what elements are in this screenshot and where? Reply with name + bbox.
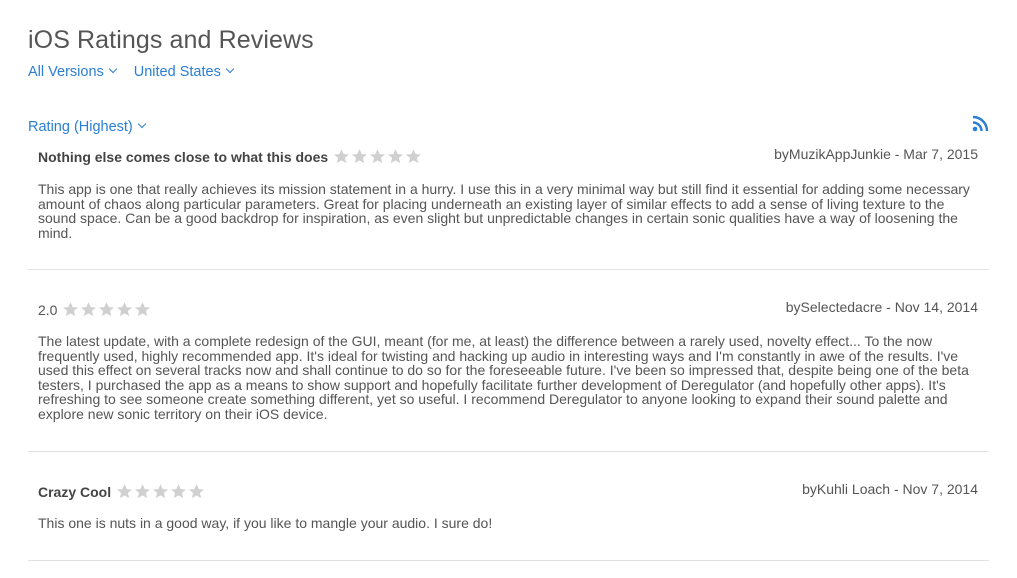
star-icon — [388, 149, 404, 164]
review-title-text: Crazy Cool — [38, 483, 112, 500]
country-dropdown[interactable]: United States — [133, 64, 235, 80]
star-icon — [370, 149, 386, 164]
review-title: Crazy Cool — [38, 483, 205, 500]
versions-dropdown-label: All Versions — [28, 64, 104, 80]
star-rating — [116, 483, 205, 500]
sort-dropdown-label: Rating (Highest) — [28, 119, 133, 135]
review-item: Nothing else comes close to what this do… — [28, 146, 989, 270]
country-dropdown-label: United States — [133, 64, 221, 80]
review-body: The latest update, with a complete redes… — [38, 333, 969, 422]
star-icon — [352, 149, 368, 164]
star-icon — [406, 149, 422, 164]
review-body: This app is one that really achieves its… — [38, 181, 970, 241]
sort-dropdown[interactable]: Rating (Highest) — [28, 119, 147, 135]
versions-dropdown[interactable]: All Versions — [28, 64, 118, 80]
review-title-text: Nothing else comes close to what this do… — [38, 148, 329, 165]
review-title-text: 2.0 — [38, 301, 58, 318]
filter-bar: All Versions United States — [28, 64, 235, 80]
star-icon — [63, 302, 79, 317]
review-byline: bySelectedacre - Nov 14, 2014 — [785, 299, 978, 315]
page-title: iOS Ratings and Reviews — [28, 26, 314, 54]
star-icon — [334, 149, 350, 164]
review-title: Nothing else comes close to what this do… — [38, 148, 422, 165]
star-rating — [333, 148, 422, 165]
review-item: 2.0 bySelectedacre - Nov 14, 2014 The la… — [28, 299, 989, 452]
chevron-down-icon — [225, 64, 235, 74]
star-icon — [189, 484, 205, 499]
star-icon — [135, 484, 151, 499]
star-rating — [62, 301, 151, 318]
star-icon — [99, 302, 115, 317]
chevron-down-icon — [137, 119, 147, 129]
rss-icon[interactable] — [972, 114, 990, 132]
star-icon — [117, 302, 133, 317]
review-byline: byMuzikAppJunkie - Mar 7, 2015 — [774, 146, 978, 162]
star-icon — [81, 302, 97, 317]
review-title: 2.0 — [38, 301, 151, 318]
star-icon — [117, 484, 133, 499]
chevron-down-icon — [108, 64, 118, 74]
star-icon — [171, 484, 187, 499]
review-item: Crazy Cool byKuhli Loach - Nov 7, 2014 T… — [28, 481, 989, 561]
star-icon — [135, 302, 151, 317]
review-byline: byKuhli Loach - Nov 7, 2014 — [802, 481, 978, 497]
review-body: This one is nuts in a good way, if you l… — [38, 515, 493, 531]
star-icon — [153, 484, 169, 499]
